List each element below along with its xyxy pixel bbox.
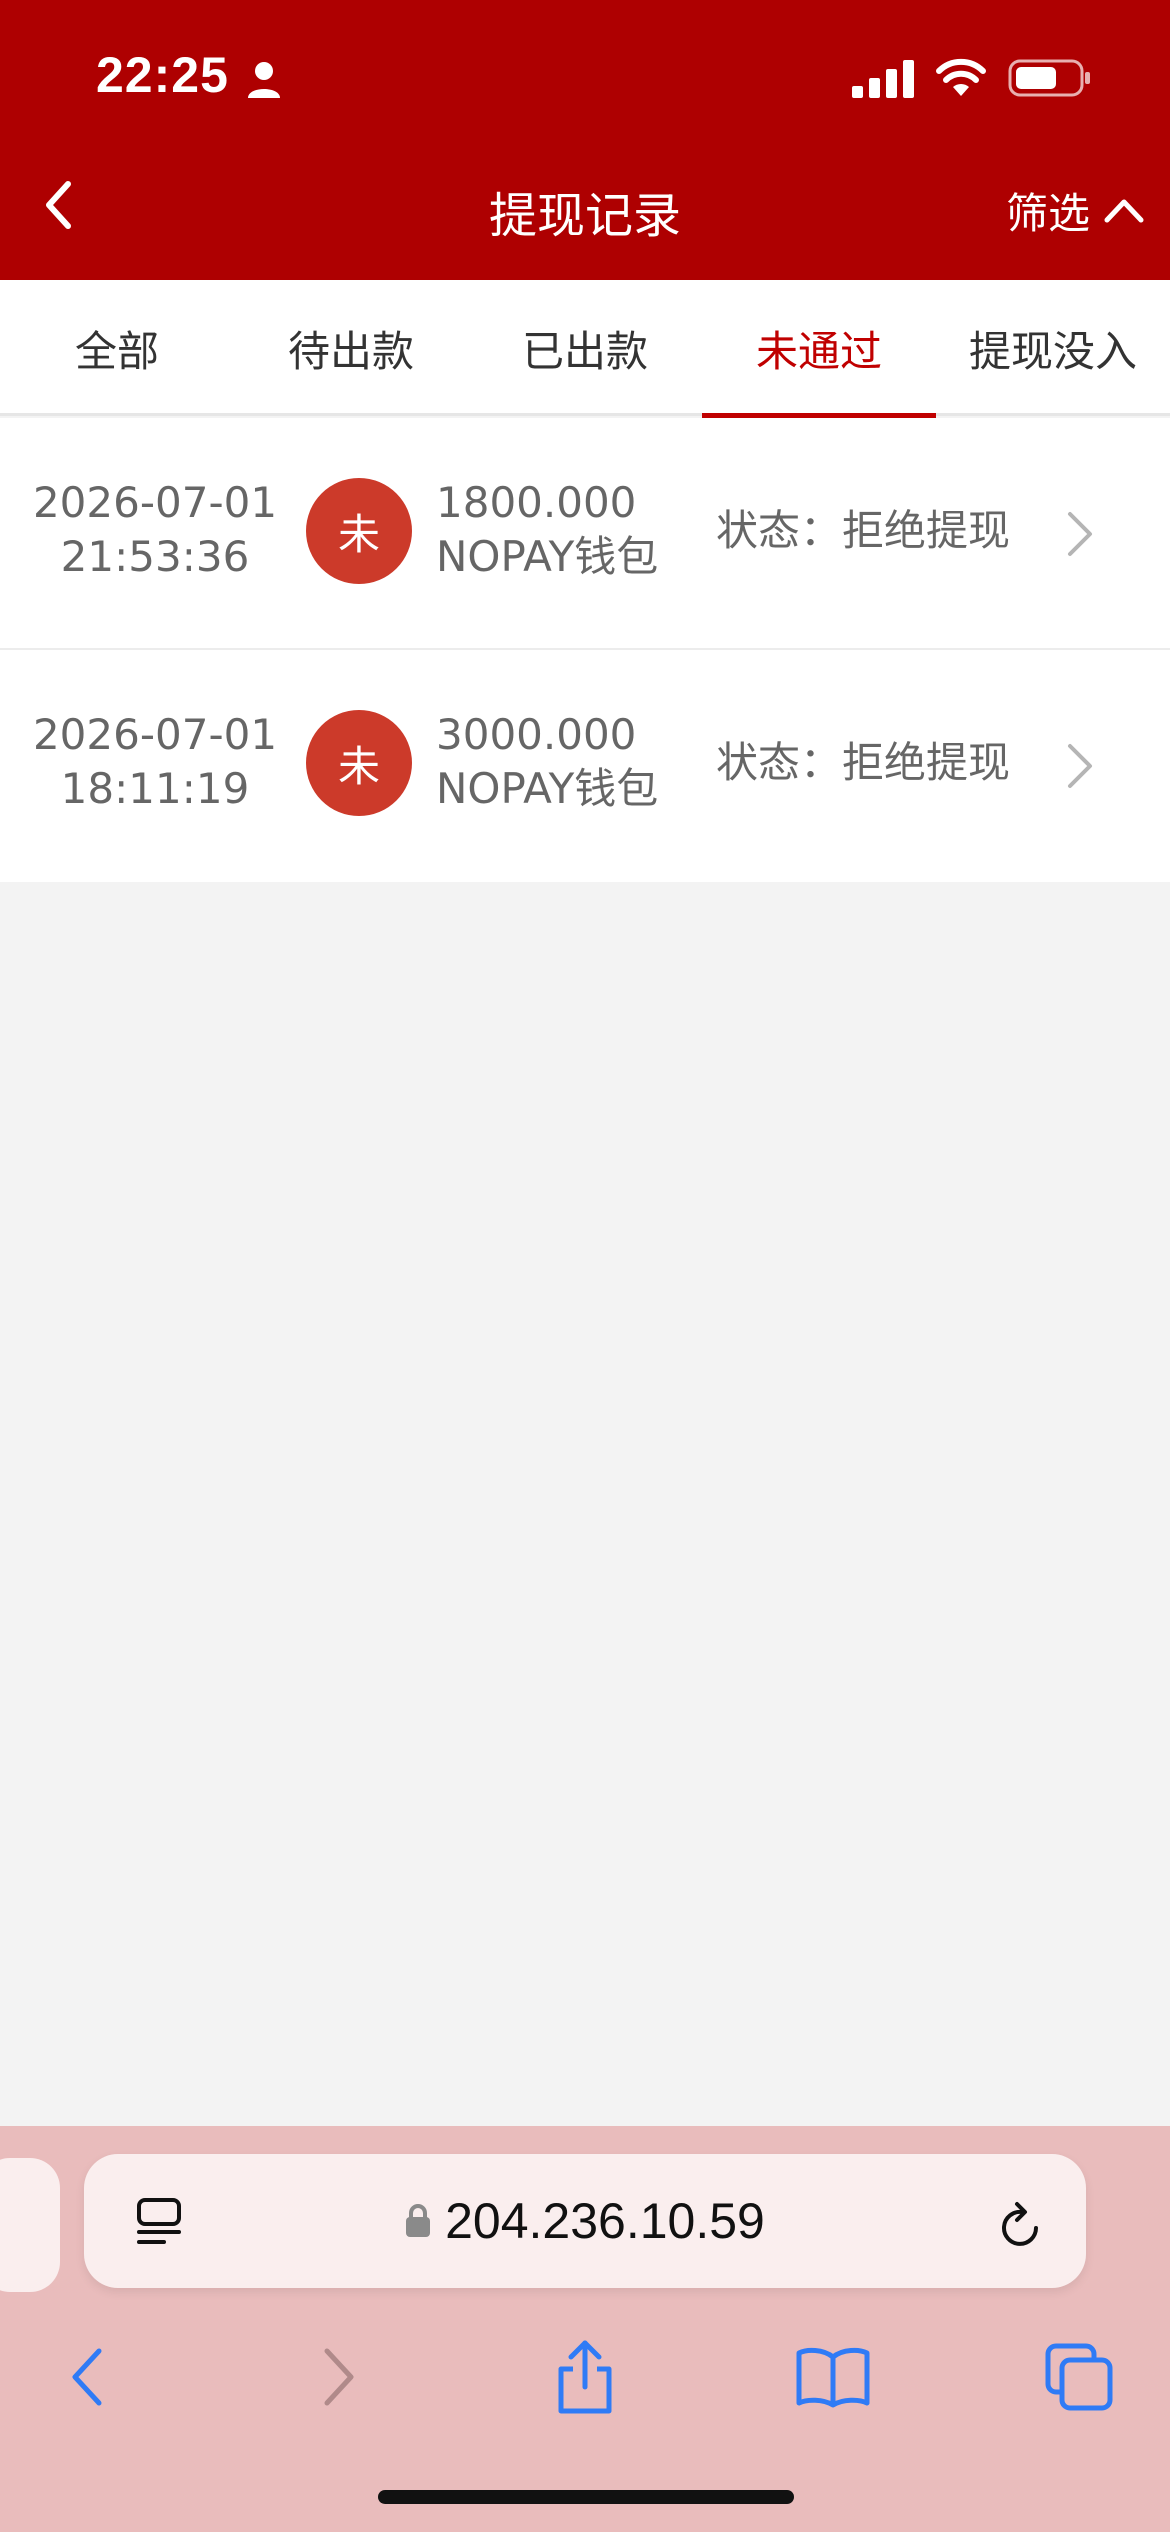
book-icon xyxy=(796,2347,870,2408)
chevron-right-icon xyxy=(1068,512,1092,556)
wifi-icon xyxy=(936,58,986,96)
url-text: 204.236.10.59 xyxy=(445,2193,765,2249)
previous-tab-peek[interactable] xyxy=(0,2158,60,2292)
withdrawal-record-list: 2026-07-01 21:53:36 未 1800.000 NOPAY钱包 状… xyxy=(0,418,1170,882)
page-title: 提现记录 xyxy=(488,188,681,244)
record-amount: 3000.000 NOPAY钱包 xyxy=(436,710,659,813)
record-status: 状态：拒绝提现 xyxy=(716,738,1011,787)
filter-label: 筛选 xyxy=(1005,188,1090,238)
browser-nav-toolbar xyxy=(0,2322,1170,2452)
tab-paid[interactable]: 已出款 xyxy=(468,280,702,416)
status-badge: 未 xyxy=(306,478,412,584)
record-datetime: 2026-07-01 18:11:19 xyxy=(32,710,278,813)
tab-pending[interactable]: 待出款 xyxy=(234,280,468,416)
browser-forward-button[interactable] xyxy=(294,2332,384,2422)
reload-icon[interactable] xyxy=(996,2198,1046,2252)
status-badge: 未 xyxy=(306,710,412,816)
record-amount: 1800.000 NOPAY钱包 xyxy=(436,478,659,581)
address-bar[interactable]: 204.236.10.59 xyxy=(84,2154,1086,2288)
app-header: 22:25 提现记录 筛选 xyxy=(0,0,1170,280)
lock-icon xyxy=(406,2204,431,2237)
chevron-right-icon xyxy=(324,2348,354,2406)
battery-icon xyxy=(1008,59,1090,97)
browser-back-button[interactable] xyxy=(42,2332,132,2422)
tab-all[interactable]: 全部 xyxy=(0,280,234,416)
list-item[interactable]: 2026-07-01 18:11:19 未 3000.000 NOPAY钱包 状… xyxy=(0,650,1170,882)
share-button[interactable] xyxy=(540,2332,630,2422)
chevron-left-icon xyxy=(72,2348,102,2406)
tab-not-credited[interactable]: 提现没入 xyxy=(936,280,1170,416)
record-datetime: 2026-07-01 21:53:36 xyxy=(32,478,278,581)
tabs-icon xyxy=(1045,2343,1113,2411)
record-status: 状态：拒绝提现 xyxy=(716,506,1011,555)
person-icon xyxy=(248,62,280,98)
cellular-signal-icon xyxy=(852,60,914,98)
chevron-up-icon xyxy=(1104,199,1144,223)
list-item[interactable]: 2026-07-01 21:53:36 未 1800.000 NOPAY钱包 状… xyxy=(0,418,1170,650)
home-indicator xyxy=(378,2490,794,2504)
share-icon xyxy=(558,2340,612,2414)
browser-toolbar: 204.236.10.59 xyxy=(0,2126,1170,2532)
tabs-button[interactable] xyxy=(1034,2332,1124,2422)
filter-button[interactable]: 筛选 xyxy=(1006,178,1144,242)
status-time: 22:25 xyxy=(96,47,229,103)
bookmarks-button[interactable] xyxy=(788,2332,878,2422)
url-display[interactable]: 204.236.10.59 xyxy=(84,2192,1086,2250)
tab-rejected[interactable]: 未通过 xyxy=(702,280,936,419)
chevron-right-icon xyxy=(1068,744,1092,788)
status-tabs: 全部 待出款 已出款 未通过 提现没入 xyxy=(0,280,1170,419)
